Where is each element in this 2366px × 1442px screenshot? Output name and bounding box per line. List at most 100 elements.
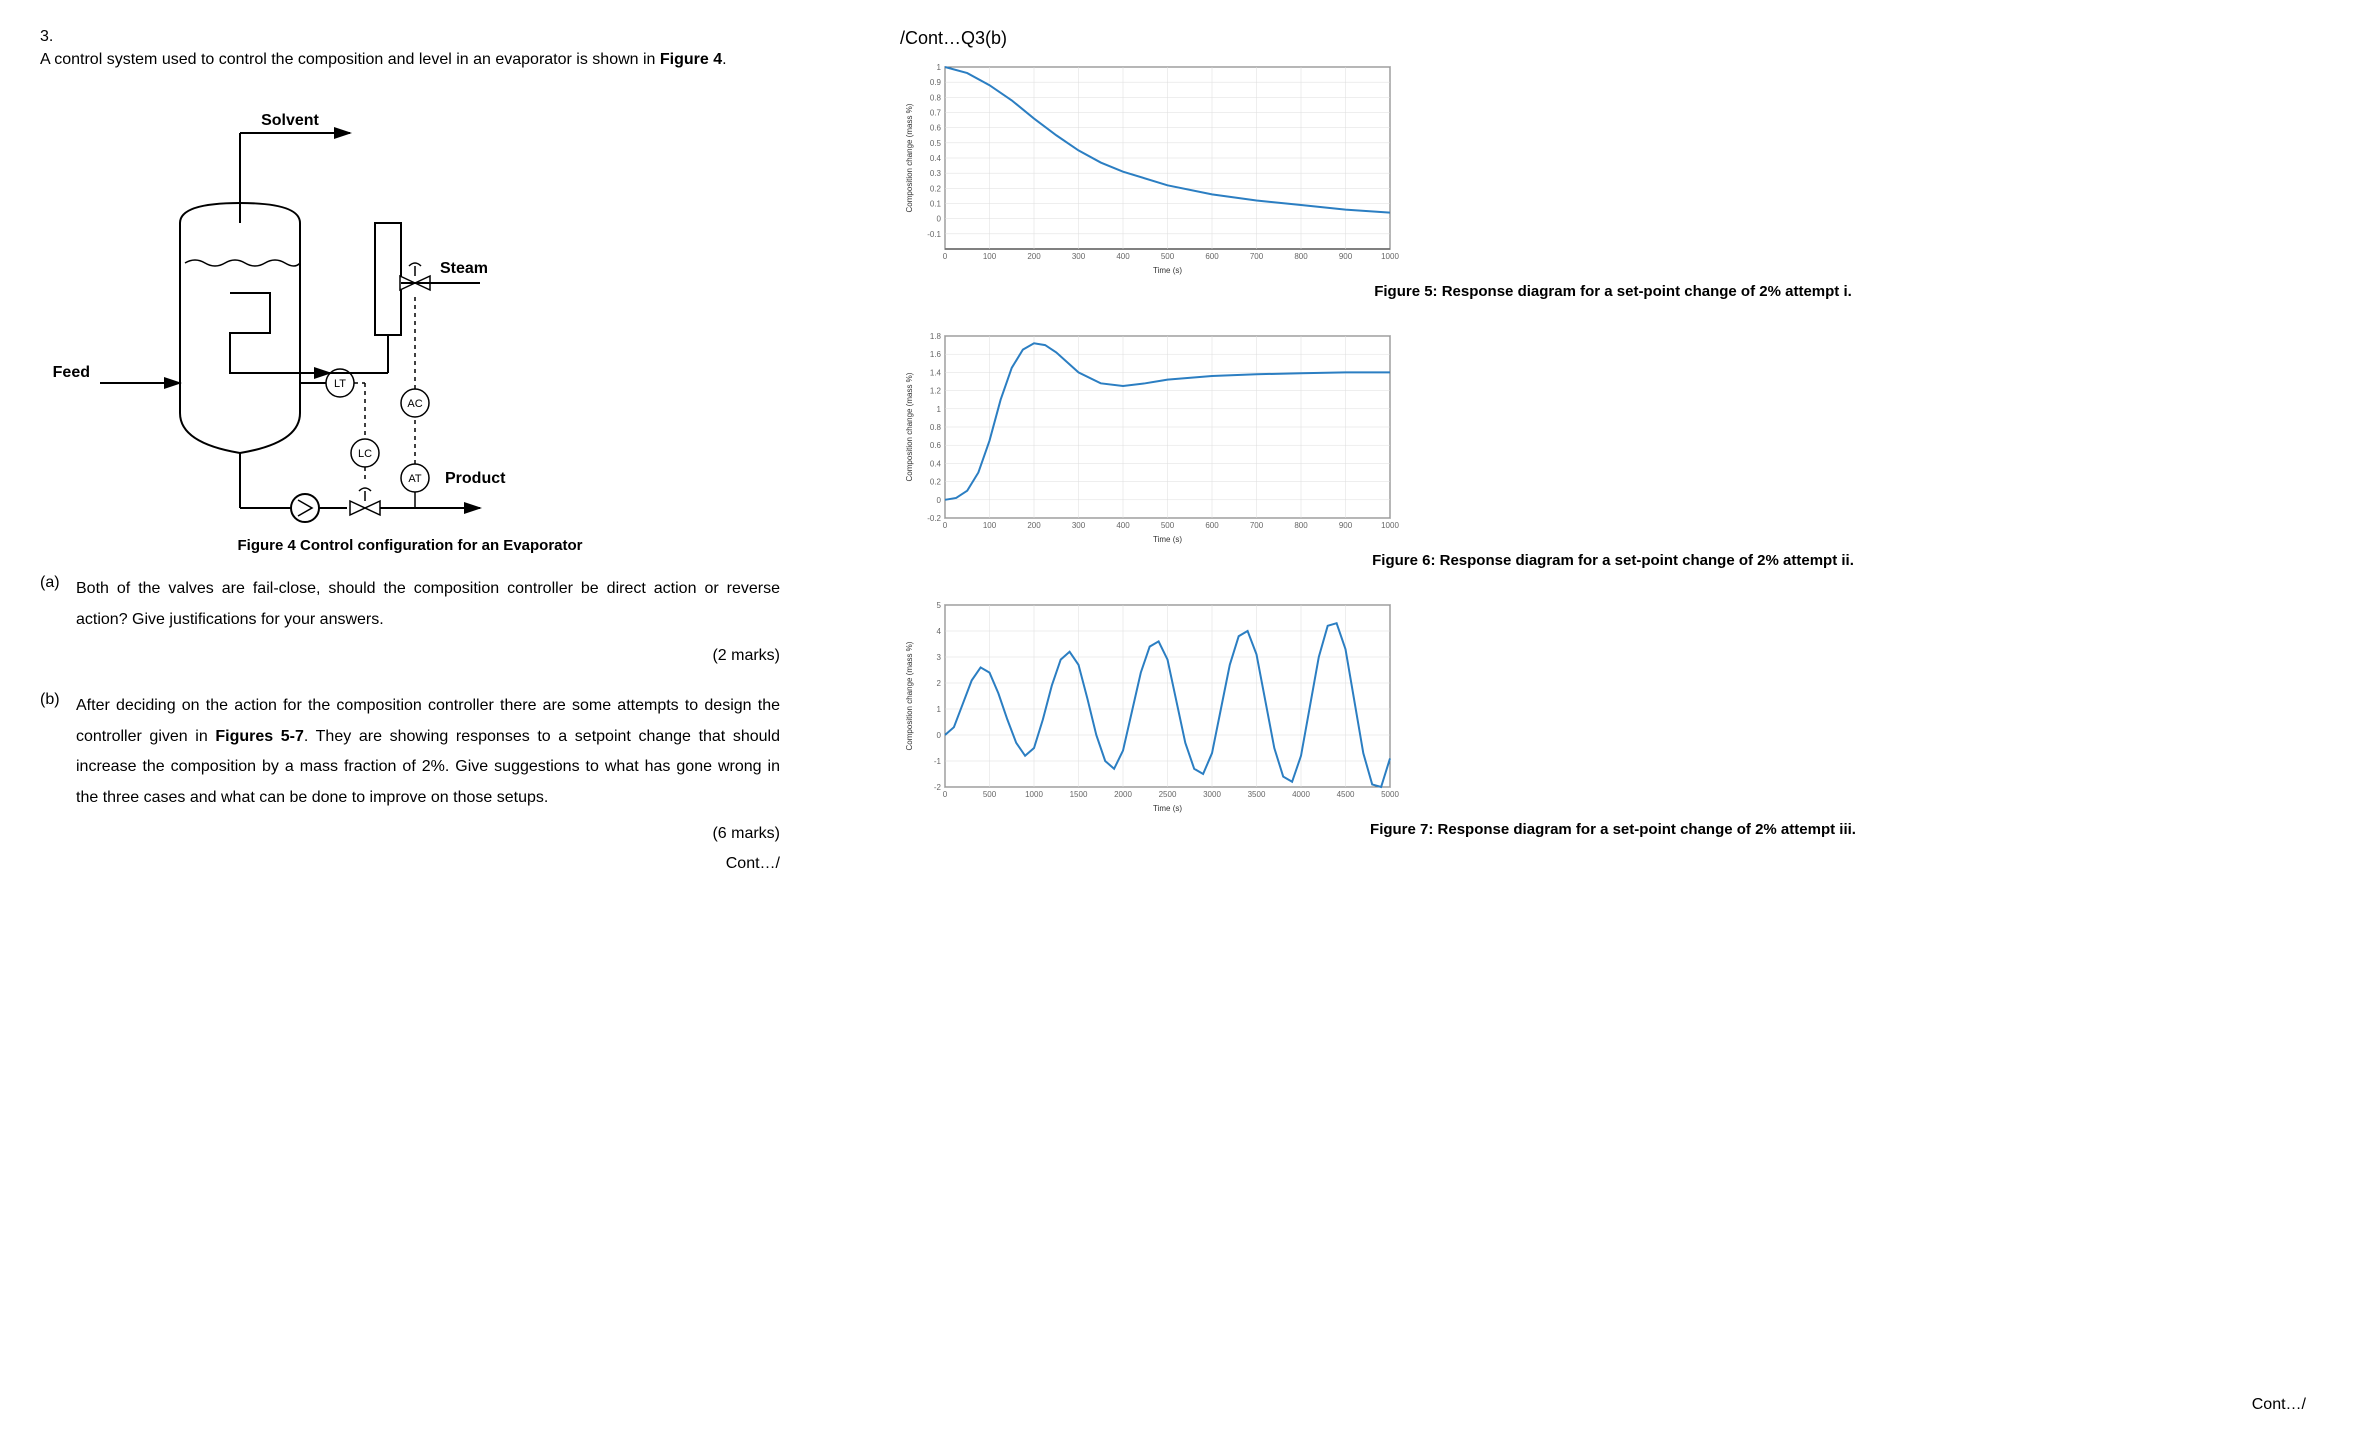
svg-text:400: 400 — [1116, 252, 1130, 261]
part-b-text: After deciding on the action for the com… — [76, 691, 780, 813]
cont-bottom-right: Cont…/ — [2252, 1396, 2306, 1414]
label-LT: LT — [334, 378, 346, 390]
cont-left: Cont…/ — [76, 849, 780, 879]
svg-text:4500: 4500 — [1337, 790, 1355, 799]
svg-text:-0.1: -0.1 — [927, 230, 941, 239]
svg-text:600: 600 — [1205, 521, 1219, 530]
svg-text:1.2: 1.2 — [930, 387, 942, 396]
label-feed: Feed — [53, 364, 90, 381]
svg-text:2500: 2500 — [1159, 790, 1177, 799]
svg-text:0.8: 0.8 — [930, 93, 942, 102]
svg-text:2: 2 — [937, 679, 942, 688]
question-intro: 3. A control system used to control the … — [40, 28, 780, 73]
label-product: Product — [445, 470, 506, 487]
svg-text:800: 800 — [1294, 252, 1308, 261]
svg-text:800: 800 — [1294, 521, 1308, 530]
svg-text:1.8: 1.8 — [930, 332, 942, 341]
svg-text:0: 0 — [937, 731, 942, 740]
svg-text:0.2: 0.2 — [930, 184, 942, 193]
label-steam: Steam — [440, 260, 488, 277]
svg-text:0.2: 0.2 — [930, 478, 942, 487]
svg-text:0: 0 — [937, 215, 942, 224]
part-a-label: (a) — [40, 574, 76, 671]
question-number: 3. — [40, 28, 70, 46]
chart-fig6: 01002003004005006007008009001000-0.200.2… — [900, 326, 1400, 546]
svg-text:1.6: 1.6 — [930, 350, 942, 359]
svg-text:Composition change (mass %): Composition change (mass %) — [905, 641, 914, 750]
part-b: (b) After deciding on the action for the… — [40, 691, 780, 879]
figure-7-caption: Figure 7: Response diagram for a set-poi… — [900, 821, 2326, 838]
svg-text:1500: 1500 — [1070, 790, 1088, 799]
svg-text:0.7: 0.7 — [930, 109, 942, 118]
svg-text:0.6: 0.6 — [930, 124, 942, 133]
svg-text:0.8: 0.8 — [930, 423, 942, 432]
svg-text:0.4: 0.4 — [930, 154, 942, 163]
svg-text:4: 4 — [937, 627, 942, 636]
svg-text:3500: 3500 — [1248, 790, 1266, 799]
svg-text:500: 500 — [1161, 521, 1175, 530]
svg-text:-0.2: -0.2 — [927, 514, 941, 523]
svg-text:5: 5 — [937, 601, 942, 610]
svg-text:100: 100 — [983, 252, 997, 261]
figure-4: Solvent Feed LT LC — [40, 93, 780, 554]
svg-text:1.4: 1.4 — [930, 368, 942, 377]
svg-text:0.3: 0.3 — [930, 169, 942, 178]
svg-text:2000: 2000 — [1114, 790, 1132, 799]
svg-text:900: 900 — [1339, 252, 1353, 261]
svg-text:3000: 3000 — [1203, 790, 1221, 799]
steam-valve-icon — [400, 263, 430, 290]
svg-text:0.4: 0.4 — [930, 459, 942, 468]
svg-text:4000: 4000 — [1292, 790, 1310, 799]
svg-text:200: 200 — [1027, 521, 1041, 530]
svg-text:700: 700 — [1250, 252, 1264, 261]
label-AC: AC — [407, 398, 422, 410]
svg-text:Time (s): Time (s) — [1153, 266, 1182, 275]
svg-text:500: 500 — [983, 790, 997, 799]
figure-5-caption: Figure 5: Response diagram for a set-poi… — [900, 283, 2326, 300]
part-a: (a) Both of the valves are fail-close, s… — [40, 574, 780, 671]
svg-text:-1: -1 — [934, 757, 942, 766]
part-a-marks: (2 marks) — [76, 641, 780, 671]
figure-4-caption: Figure 4 Control configuration for an Ev… — [40, 537, 780, 554]
svg-text:Time (s): Time (s) — [1153, 535, 1182, 544]
svg-text:-2: -2 — [934, 783, 942, 792]
right-column: /Cont…Q3(b) 0100200300400500600700800900… — [840, 28, 2326, 1414]
svg-text:1000: 1000 — [1381, 521, 1399, 530]
svg-text:600: 600 — [1205, 252, 1219, 261]
svg-text:700: 700 — [1250, 521, 1264, 530]
svg-text:400: 400 — [1116, 521, 1130, 530]
figure-6-caption: Figure 6: Response diagram for a set-poi… — [900, 552, 2326, 569]
question-intro-text: A control system used to control the com… — [40, 46, 780, 73]
svg-text:5000: 5000 — [1381, 790, 1399, 799]
svg-text:Composition change (mass %): Composition change (mass %) — [905, 103, 914, 212]
svg-text:Time (s): Time (s) — [1153, 804, 1182, 813]
svg-text:1: 1 — [937, 405, 942, 414]
svg-text:0.6: 0.6 — [930, 441, 942, 450]
svg-text:Composition change (mass %): Composition change (mass %) — [905, 372, 914, 481]
label-LC: LC — [358, 448, 372, 460]
svg-text:0: 0 — [943, 252, 948, 261]
svg-text:0: 0 — [943, 521, 948, 530]
left-column: 3. A control system used to control the … — [40, 28, 840, 1414]
svg-text:0.1: 0.1 — [930, 200, 942, 209]
evaporator-diagram: Solvent Feed LT LC — [40, 93, 540, 533]
svg-text:0: 0 — [943, 790, 948, 799]
label-AT: AT — [408, 473, 422, 485]
svg-text:3: 3 — [937, 653, 942, 662]
svg-text:200: 200 — [1027, 252, 1041, 261]
svg-text:300: 300 — [1072, 521, 1086, 530]
cont-header: /Cont…Q3(b) — [900, 28, 2326, 49]
svg-text:0.5: 0.5 — [930, 139, 942, 148]
part-a-text: Both of the valves are fail-close, shoul… — [76, 574, 780, 635]
label-solvent: Solvent — [261, 112, 319, 129]
figure-7: 0500100015002000250030003500400045005000… — [900, 595, 2326, 838]
part-b-marks: (6 marks) — [76, 819, 780, 849]
figure-5: 01002003004005006007008009001000-0.100.1… — [900, 57, 2326, 300]
svg-text:300: 300 — [1072, 252, 1086, 261]
part-b-label: (b) — [40, 691, 76, 879]
svg-text:1: 1 — [937, 705, 942, 714]
svg-text:100: 100 — [983, 521, 997, 530]
svg-text:1000: 1000 — [1381, 252, 1399, 261]
svg-text:0: 0 — [937, 496, 942, 505]
svg-text:0.9: 0.9 — [930, 78, 942, 87]
